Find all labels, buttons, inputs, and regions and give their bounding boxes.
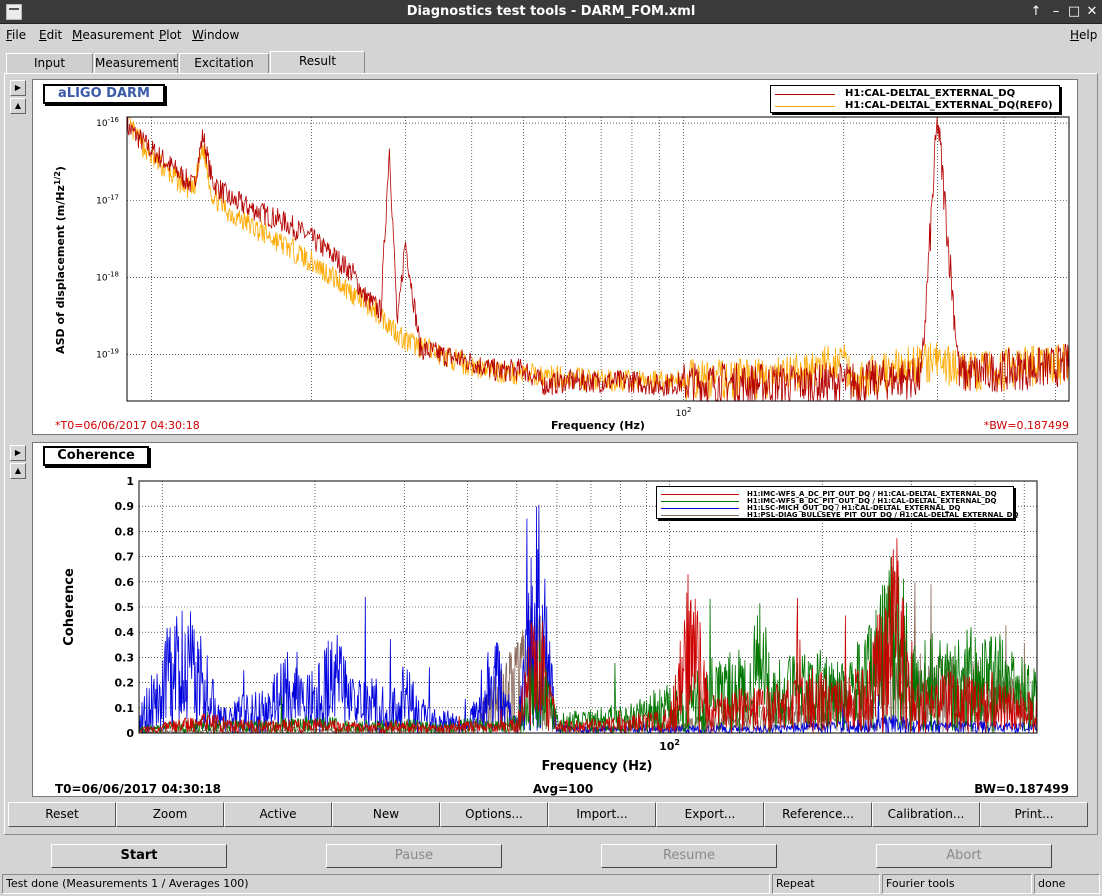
plot1-title[interactable]: aLIGO DARM — [43, 84, 165, 104]
plot2-xlabel: Frequency (Hz) — [542, 759, 653, 774]
legend-swatch — [661, 508, 739, 509]
plot2-canvas[interactable]: 0 0.1 0.2 0.3 0.4 0.5 0.6 0.7 0.8 0.9 1 102 Coheren… — [32, 442, 1078, 797]
y-tick-label: 0.5 — [115, 601, 135, 614]
plot2-t0: T0=06/06/2017 04:30:18 — [55, 782, 221, 796]
menu-measurement-label: easurement — [82, 28, 155, 42]
plot2-ylabel: Coherence — [62, 568, 77, 646]
options-button[interactable]: Options... — [440, 802, 548, 827]
menu-file[interactable]: File — [6, 28, 26, 42]
window-title: Diagnostics test tools - DARM_FOM.xml — [406, 4, 696, 19]
legend-swatch — [775, 106, 835, 107]
x-tick-label: 102 — [676, 406, 692, 419]
tab-input[interactable]: Input — [6, 53, 93, 73]
legend-swatch — [661, 501, 739, 502]
new-button[interactable]: New — [332, 802, 440, 827]
y-tick-label: 10-17 — [96, 193, 119, 206]
window-raise-icon[interactable]: ↑ — [1027, 3, 1045, 21]
y-tick-label: 1 — [126, 475, 134, 488]
menu-edit-label: dit — [46, 28, 63, 42]
tab-excitation[interactable]: Excitation — [179, 53, 269, 73]
tab-measurement[interactable]: Measurement — [94, 53, 178, 73]
menu-window[interactable]: Window — [192, 28, 239, 42]
reference-button[interactable]: Reference... — [764, 802, 872, 827]
plot1-legend[interactable]: H1:CAL-DELTAL_EXTERNAL_DQ H1:CAL-DELTAL_… — [770, 85, 1060, 113]
tab-result[interactable]: Result — [270, 51, 365, 74]
export-button[interactable]: Export... — [656, 802, 764, 827]
y-tick-label: 0 — [126, 727, 134, 740]
window-titlebar[interactable]: Diagnostics test tools - DARM_FOM.xml ↑ … — [0, 0, 1102, 24]
plot2-avg: Avg=100 — [533, 782, 593, 796]
y-tick-label: 10-16 — [96, 116, 119, 129]
menu-measurement[interactable]: Measurement — [72, 28, 154, 42]
reset-button[interactable]: Reset — [8, 802, 116, 827]
status-repeat: Repeat — [772, 874, 880, 894]
x-tick-label: 102 — [659, 738, 680, 753]
start-button[interactable]: Start — [51, 844, 227, 868]
y-tick-label: 0.4 — [115, 626, 135, 639]
y-tick-label: 0.6 — [115, 576, 135, 589]
plot2-bw: BW=0.187499 — [974, 782, 1069, 796]
series-line-1 — [126, 116, 1070, 402]
menu-edit-key: E — [39, 28, 47, 42]
y-tick-label: 0.8 — [115, 525, 135, 538]
status-bar: Test done (Measurements 1 / Averages 100… — [0, 873, 1102, 896]
legend-swatch — [661, 515, 739, 516]
menu-edit[interactable]: Edit — [39, 28, 62, 42]
plot2-title[interactable]: Coherence — [43, 446, 149, 466]
menu-help[interactable]: Help — [1070, 28, 1097, 42]
resume-button[interactable]: Resume — [601, 844, 777, 868]
legend-label: H1:CAL-DELTAL_EXTERNAL_DQ(REF0) — [845, 100, 1053, 111]
plot1-canvas[interactable]: 10-16 10-17 10-18 10-19 102 ASD of displacem… — [32, 79, 1078, 435]
legend-label: H1:PSL-DIAG_BULLSEYE_PIT_OUT_DQ / H1:CAL… — [747, 511, 1019, 519]
plot1-xlabel: Frequency (Hz) — [551, 419, 645, 432]
y-tick-label: 0.9 — [115, 500, 135, 513]
window-minimize-icon[interactable]: – — [1047, 3, 1065, 21]
y-tick-label: 0.1 — [115, 702, 135, 715]
pause-button[interactable]: Pause — [326, 844, 502, 868]
window-close-icon[interactable]: ✕ — [1083, 3, 1101, 21]
y-tick-label: 0.7 — [115, 551, 135, 564]
y-tick-label: 10-19 — [96, 348, 119, 361]
legend-entry: H1:CAL-DELTAL_EXTERNAL_DQ(REF0) — [775, 100, 1055, 112]
legend-swatch — [661, 494, 739, 495]
legend-swatch — [775, 94, 835, 95]
status-message: Test done (Measurements 1 / Averages 100… — [2, 874, 770, 894]
print-button[interactable]: Print... — [980, 802, 1088, 827]
menu-plot-label: lot — [166, 28, 182, 42]
asd-chart: 10-16 10-17 10-18 10-19 102 ASD of displacem… — [53, 116, 1070, 432]
plot2-legend[interactable]: H1:IMC-WFS_A_DC_PIT_OUT_DQ / H1:CAL-DELT… — [656, 486, 1018, 521]
status-state: done — [1034, 874, 1100, 894]
menu-file-label: ile — [12, 28, 27, 42]
plot1-expand-up-icon[interactable]: ▲ — [10, 98, 26, 114]
plot1-expand-right-icon[interactable]: ▶ — [10, 80, 26, 96]
active-button[interactable]: Active — [224, 802, 332, 827]
legend-entry: H1:PSL-DIAG_BULLSEYE_PIT_OUT_DQ / H1:CAL… — [661, 510, 1018, 521]
y-tick-label: 0.2 — [115, 677, 135, 690]
zoom-button[interactable]: Zoom — [116, 802, 224, 827]
plot2-expand-up-icon[interactable]: ▲ — [10, 463, 26, 479]
calibration-button[interactable]: Calibration... — [872, 802, 980, 827]
y-tick-label: 10-18 — [96, 270, 119, 283]
menu-help-label: elp — [1079, 28, 1098, 42]
legend-entry: H1:CAL-DELTAL_EXTERNAL_DQ — [775, 88, 1055, 100]
menu-help-key: H — [1070, 28, 1080, 42]
menu-window-label: indow — [203, 28, 240, 42]
plot1-t0: *T0=06/06/2017 04:30:18 — [55, 419, 200, 432]
window-maximize-icon[interactable]: □ — [1065, 3, 1083, 21]
menubar: File Edit Measurement Plot Window Help — [0, 25, 1102, 47]
abort-button[interactable]: Abort — [876, 844, 1052, 868]
plot2-expand-right-icon[interactable]: ▶ — [10, 445, 26, 461]
plot1-ylabel: ASD of displacement (m/Hz1/2) — [53, 166, 67, 354]
import-button[interactable]: Import... — [548, 802, 656, 827]
legend-label: H1:CAL-DELTAL_EXTERNAL_DQ — [845, 88, 1016, 99]
y-tick-label: 0.3 — [115, 651, 135, 664]
status-tool: Fourier tools — [882, 874, 1032, 894]
menu-plot[interactable]: Plot — [159, 28, 182, 42]
plot1-bw: *BW=0.187499 — [984, 419, 1069, 432]
menu-measurement-key: M — [72, 28, 83, 42]
menu-window-key: W — [192, 28, 204, 42]
